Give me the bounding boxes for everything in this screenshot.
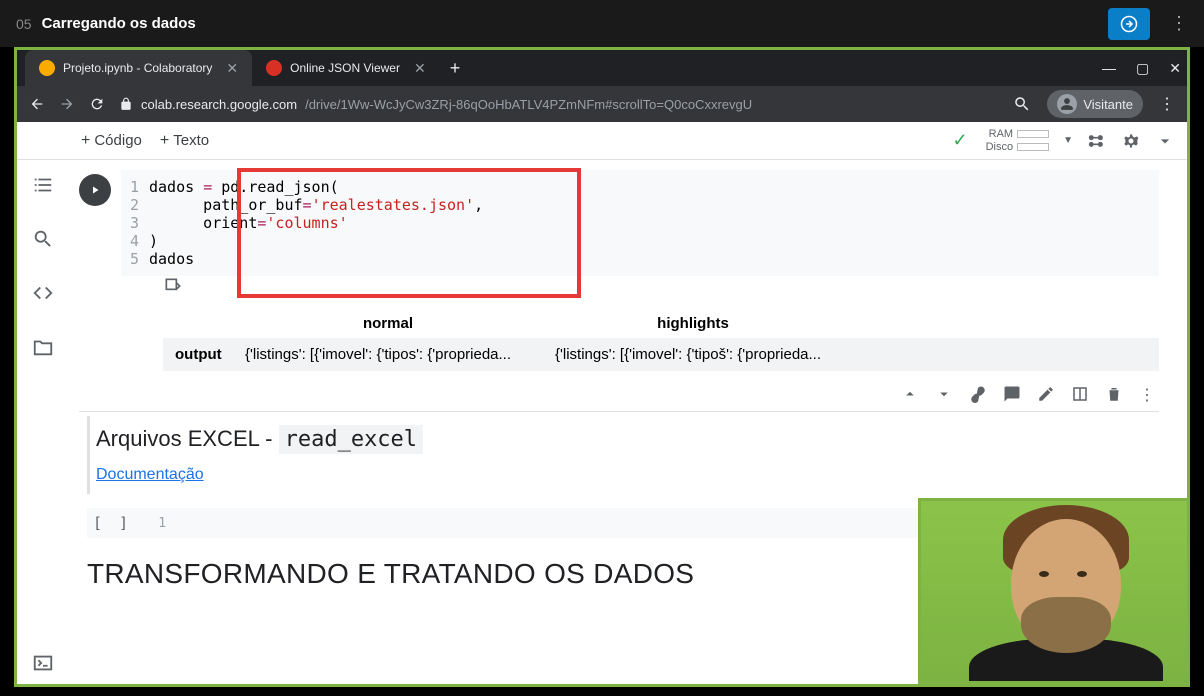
new-tab-button[interactable]: + <box>450 58 461 79</box>
resource-monitor[interactable]: RAM Disco <box>986 128 1050 154</box>
browser-menu-icon[interactable]: ⋮ <box>1159 94 1175 114</box>
column-header-normal: normal <box>233 309 543 338</box>
documentation-link[interactable]: Documentação <box>96 466 204 483</box>
lock-icon <box>119 97 133 111</box>
table-cell: {'listings': [{'imovel': {'tipoš': {'pro… <box>543 338 853 371</box>
run-cell-button[interactable] <box>79 174 111 206</box>
next-lesson-button[interactable] <box>1108 8 1150 40</box>
lesson-menu-icon[interactable]: ⋮ <box>1170 13 1188 34</box>
edit-icon[interactable] <box>1037 385 1055 403</box>
forward-icon[interactable] <box>59 96 75 112</box>
files-icon[interactable] <box>32 336 54 358</box>
maximize-icon[interactable]: ▢ <box>1136 60 1149 77</box>
tab-colab[interactable]: Projeto.ipynb - Colaboratory ✕ <box>25 50 252 86</box>
browser-tab-bar: Projeto.ipynb - Colaboratory ✕ Online JS… <box>17 50 1187 86</box>
chevron-down-icon[interactable] <box>1155 131 1175 151</box>
lesson-title: Carregando os dados <box>42 15 196 32</box>
markdown-cell-excel[interactable]: Arquivos EXCEL - read_excel Documentação <box>87 416 1159 494</box>
close-tab-icon[interactable]: ✕ <box>414 60 426 77</box>
window-controls: — ▢ ✕ <box>1102 60 1181 77</box>
cell-output: normal highlights output {'listings': [{… <box>163 276 1159 371</box>
link-icon[interactable] <box>969 385 987 403</box>
delete-icon[interactable] <box>1105 385 1123 403</box>
comment-icon[interactable] <box>1003 385 1021 403</box>
cell-action-toolbar: ⋮ <box>79 379 1159 412</box>
code-snippets-icon[interactable] <box>32 282 54 304</box>
lesson-number: 05 <box>16 16 32 32</box>
code-editor[interactable]: 1dados = pd.read_json( 2 path_or_buf='re… <box>121 170 1159 276</box>
share-icon[interactable] <box>1087 131 1107 151</box>
url-path: /drive/1Ww-WcJyCw3ZRj-86qOoHbATLV4PZmNFm… <box>305 97 752 112</box>
table-cell: {'listings': [{'imovel': {'tipos': {'pro… <box>233 338 543 371</box>
tab-json-viewer[interactable]: Online JSON Viewer ✕ <box>252 50 440 86</box>
mirror-icon[interactable] <box>1071 385 1089 403</box>
guest-profile-button[interactable]: Visitante <box>1047 90 1143 118</box>
json-favicon-icon <box>266 60 282 76</box>
close-window-icon[interactable]: ✕ <box>1169 60 1181 77</box>
browser-toolbar: colab.research.google.com/drive/1Ww-WcJy… <box>17 86 1187 122</box>
close-tab-icon[interactable]: ✕ <box>226 60 238 77</box>
back-icon[interactable] <box>29 96 45 112</box>
row-label: output <box>163 338 233 371</box>
zoom-icon[interactable] <box>1013 95 1031 113</box>
colab-toolbar: +Código +Texto ✓ RAM Disco ▼ <box>17 122 1187 160</box>
add-text-cell-button[interactable]: +Texto <box>160 132 209 150</box>
minimize-icon[interactable]: — <box>1102 60 1116 77</box>
output-actions-icon[interactable] <box>163 276 183 296</box>
move-up-icon[interactable] <box>901 385 919 403</box>
avatar-icon <box>1057 94 1077 114</box>
colab-favicon-icon <box>39 60 55 76</box>
connected-check-icon: ✓ <box>952 130 967 151</box>
video-lesson-header: 05 Carregando os dados ⋮ <box>0 0 1204 47</box>
visitor-label: Visitante <box>1083 97 1133 112</box>
reload-icon[interactable] <box>89 96 105 112</box>
url-domain: colab.research.google.com <box>141 97 297 112</box>
table-row: output {'listings': [{'imovel': {'tipos'… <box>163 338 1159 371</box>
more-actions-icon[interactable]: ⋮ <box>1139 385 1155 405</box>
colab-sidebar <box>17 160 69 684</box>
terminal-icon[interactable] <box>32 652 54 674</box>
move-down-icon[interactable] <box>935 385 953 403</box>
tab-label: Projeto.ipynb - Colaboratory <box>63 61 212 75</box>
add-code-cell-button[interactable]: +Código <box>81 132 142 150</box>
execution-count: [ ] <box>93 514 132 532</box>
column-header-highlights: highlights <box>543 309 843 338</box>
gear-icon[interactable] <box>1121 131 1141 151</box>
table-of-contents-icon[interactable] <box>32 174 54 196</box>
presenter-webcam <box>918 498 1190 684</box>
address-bar[interactable]: colab.research.google.com/drive/1Ww-WcJy… <box>119 97 999 112</box>
resource-dropdown-icon[interactable]: ▼ <box>1063 135 1073 146</box>
search-icon[interactable] <box>32 228 54 250</box>
code-cell[interactable]: 1dados = pd.read_json( 2 path_or_buf='re… <box>79 170 1159 371</box>
section-heading: Arquivos EXCEL - read_excel <box>96 426 1153 452</box>
tab-label: Online JSON Viewer <box>290 61 400 75</box>
